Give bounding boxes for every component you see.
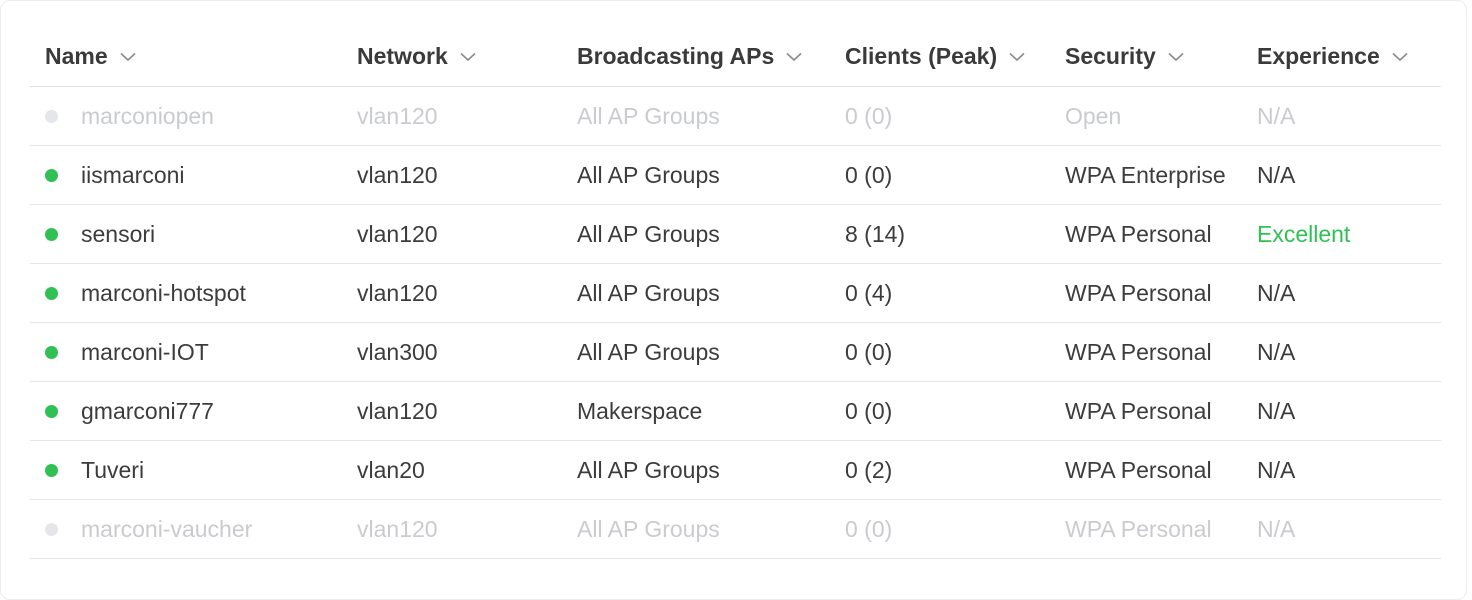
- chevron-down-icon: [786, 52, 802, 62]
- table-row[interactable]: marconi-hotspot vlan120 All AP Groups 0 …: [30, 264, 1441, 323]
- network-name: marconi-IOT: [81, 338, 209, 365]
- cell-name: sensori: [30, 221, 342, 248]
- cell-experience: N/A: [1257, 161, 1296, 188]
- column-header-experience[interactable]: Experience: [1246, 43, 1441, 70]
- column-header-name[interactable]: Name: [30, 43, 342, 70]
- cell-name: marconi-vaucher: [30, 516, 342, 543]
- cell-name: marconi-hotspot: [30, 280, 342, 307]
- status-dot-icon: [45, 227, 58, 241]
- cell-clients-peak: 0 (0): [845, 338, 893, 365]
- table-row[interactable]: marconiopen vlan120 All AP Groups 0 (0) …: [30, 87, 1441, 146]
- chevron-down-icon: [460, 52, 476, 62]
- cell-experience: N/A: [1257, 397, 1296, 424]
- cell-security: WPA Personal: [1065, 515, 1212, 542]
- cell-security: WPA Personal: [1065, 397, 1212, 424]
- cell-clients-peak: 0 (0): [845, 397, 893, 424]
- network-name: Tuveri: [81, 456, 145, 483]
- cell-name: marconiopen: [30, 103, 342, 130]
- chevron-down-icon: [1009, 52, 1025, 62]
- table-row[interactable]: sensori vlan120 All AP Groups 8 (14) WPA…: [30, 205, 1441, 264]
- column-header-clients-peak[interactable]: Clients (Peak): [830, 43, 1050, 70]
- network-name: marconiopen: [81, 102, 214, 129]
- status-dot-icon: [45, 286, 58, 300]
- cell-broadcasting-aps: All AP Groups: [577, 338, 720, 365]
- status-dot-icon: [45, 463, 58, 477]
- status-dot-icon: [45, 345, 58, 359]
- cell-network: vlan120: [357, 515, 438, 542]
- network-name: marconi-vaucher: [81, 515, 253, 542]
- cell-clients-peak: 0 (4): [845, 279, 893, 306]
- cell-clients-peak: 0 (0): [845, 102, 893, 129]
- table-row[interactable]: gmarconi777 vlan120 Makerspace 0 (0) WPA…: [30, 382, 1441, 441]
- table-row[interactable]: iismarconi vlan120 All AP Groups 0 (0) W…: [30, 146, 1441, 205]
- cell-clients-peak: 8 (14): [845, 220, 906, 247]
- chevron-down-icon: [120, 52, 136, 62]
- table-row[interactable]: marconi-vaucher vlan120 All AP Groups 0 …: [30, 500, 1441, 559]
- cell-broadcasting-aps: All AP Groups: [577, 220, 720, 247]
- cell-clients-peak: 0 (2): [845, 456, 893, 483]
- cell-experience: N/A: [1257, 279, 1296, 306]
- chevron-down-icon: [1168, 52, 1184, 62]
- cell-broadcasting-aps: Makerspace: [577, 397, 703, 424]
- cell-broadcasting-aps: All AP Groups: [577, 161, 720, 188]
- column-header-label: Security: [1065, 43, 1156, 69]
- cell-clients-peak: 0 (0): [845, 515, 893, 542]
- column-header-broadcasting-aps[interactable]: Broadcasting APs: [562, 43, 830, 70]
- cell-experience: N/A: [1257, 338, 1296, 365]
- cell-security: Open: [1065, 102, 1122, 129]
- cell-security: WPA Personal: [1065, 338, 1212, 365]
- cell-security: WPA Personal: [1065, 220, 1212, 247]
- column-header-label: Broadcasting APs: [577, 43, 775, 69]
- cell-broadcasting-aps: All AP Groups: [577, 102, 720, 129]
- cell-security: WPA Enterprise: [1065, 161, 1226, 188]
- network-name: gmarconi777: [81, 397, 214, 424]
- column-header-label: Experience: [1257, 43, 1380, 69]
- network-name: sensori: [81, 220, 156, 247]
- column-header-label: Network: [357, 43, 448, 69]
- status-dot-icon: [45, 109, 58, 123]
- network-name: marconi-hotspot: [81, 279, 246, 306]
- wifi-networks-panel: Name Network Broadcasting APs Clients (P…: [0, 0, 1467, 600]
- cell-experience: N/A: [1257, 102, 1296, 129]
- status-dot-icon: [45, 404, 58, 418]
- cell-experience: N/A: [1257, 515, 1296, 542]
- cell-broadcasting-aps: All AP Groups: [577, 279, 720, 306]
- cell-name: gmarconi777: [30, 398, 342, 425]
- cell-broadcasting-aps: All AP Groups: [577, 456, 720, 483]
- cell-network: vlan300: [357, 338, 438, 365]
- cell-network: vlan20: [357, 456, 425, 483]
- cell-security: WPA Personal: [1065, 279, 1212, 306]
- cell-network: vlan120: [357, 161, 438, 188]
- chevron-down-icon: [1392, 52, 1408, 62]
- cell-network: vlan120: [357, 220, 438, 247]
- cell-name: Tuveri: [30, 457, 342, 484]
- cell-network: vlan120: [357, 397, 438, 424]
- column-header-label: Name: [45, 43, 108, 69]
- table-row[interactable]: Tuveri vlan20 All AP Groups 0 (2) WPA Pe…: [30, 441, 1441, 500]
- cell-experience: N/A: [1257, 456, 1296, 483]
- cell-clients-peak: 0 (0): [845, 161, 893, 188]
- table-row[interactable]: marconi-IOT vlan300 All AP Groups 0 (0) …: [30, 323, 1441, 382]
- cell-network: vlan120: [357, 279, 438, 306]
- column-header-label: Clients (Peak): [845, 43, 998, 69]
- cell-security: WPA Personal: [1065, 456, 1212, 483]
- cell-name: iismarconi: [30, 162, 342, 189]
- cell-name: marconi-IOT: [30, 339, 342, 366]
- column-header-security[interactable]: Security: [1050, 43, 1246, 70]
- cell-broadcasting-aps: All AP Groups: [577, 515, 720, 542]
- column-header-network[interactable]: Network: [342, 43, 562, 70]
- status-dot-icon: [45, 522, 58, 536]
- status-dot-icon: [45, 168, 58, 182]
- network-name: iismarconi: [81, 161, 185, 188]
- cell-experience: Excellent: [1257, 220, 1351, 247]
- wifi-networks-table: Name Network Broadcasting APs Clients (P…: [30, 27, 1441, 559]
- table-header: Name Network Broadcasting APs Clients (P…: [30, 27, 1441, 87]
- cell-network: vlan120: [357, 102, 438, 129]
